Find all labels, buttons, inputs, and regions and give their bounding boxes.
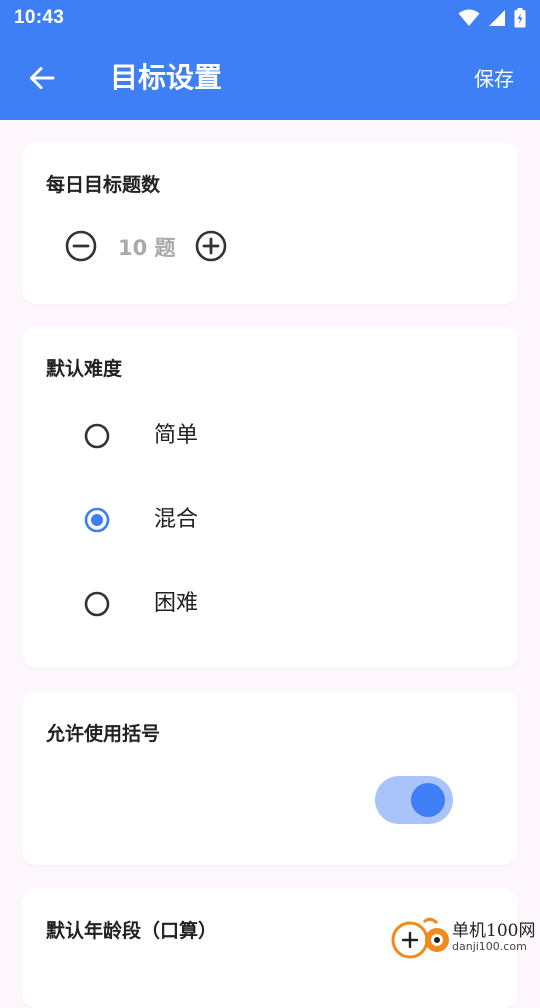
decrement-button[interactable] <box>64 229 98 263</box>
radio-checked-icon[interactable] <box>84 507 110 533</box>
goal-count-value: 10 题 <box>118 236 176 260</box>
difficulty-option-label: 困难 <box>154 591 199 616</box>
status-bar: 10:43 <box>0 0 540 36</box>
page-title: 目标设置 <box>110 61 223 94</box>
app-bar: 目标设置 保存 <box>0 36 540 120</box>
daily-goal-card: 每日目标题数 10 题 <box>22 142 518 304</box>
plus-circle-icon <box>195 230 227 262</box>
watermark-logo: 单机100网 danji100.com <box>390 914 540 960</box>
difficulty-card: 默认难度 简单 混合 困难 <box>22 326 518 668</box>
difficulty-option-label: 混合 <box>154 507 199 532</box>
watermark-domain: danji100.com <box>452 940 527 953</box>
toggle-thumb <box>411 783 445 817</box>
difficulty-option-label: 简单 <box>154 423 199 448</box>
signal-icon <box>489 10 505 26</box>
radio-unchecked-icon[interactable] <box>84 423 110 449</box>
watermark-mascot-icon <box>391 917 449 959</box>
age-group-title: 默认年龄段（口算） <box>46 920 218 942</box>
increment-button[interactable] <box>194 229 228 263</box>
status-icons <box>458 8 526 28</box>
watermark-brand: 单机100网 <box>452 921 536 941</box>
difficulty-title: 默认难度 <box>46 358 123 380</box>
save-button[interactable]: 保存 <box>474 62 514 96</box>
difficulty-option-hard[interactable]: 困难 <box>22 574 518 634</box>
wifi-icon <box>458 9 480 26</box>
difficulty-option-mixed[interactable]: 混合 <box>22 490 518 550</box>
status-time: 10:43 <box>14 7 65 28</box>
arrow-back-icon <box>30 67 55 89</box>
minus-circle-icon <box>65 230 97 262</box>
back-button[interactable] <box>22 58 62 98</box>
brackets-card: 允许使用括号 <box>22 691 518 865</box>
radio-unchecked-icon[interactable] <box>84 591 110 617</box>
brackets-title: 允许使用括号 <box>46 723 161 745</box>
difficulty-option-easy[interactable]: 简单 <box>22 406 518 466</box>
brackets-toggle[interactable] <box>375 776 453 824</box>
daily-goal-title: 每日目标题数 <box>46 174 161 196</box>
battery-charging-icon <box>514 8 526 28</box>
